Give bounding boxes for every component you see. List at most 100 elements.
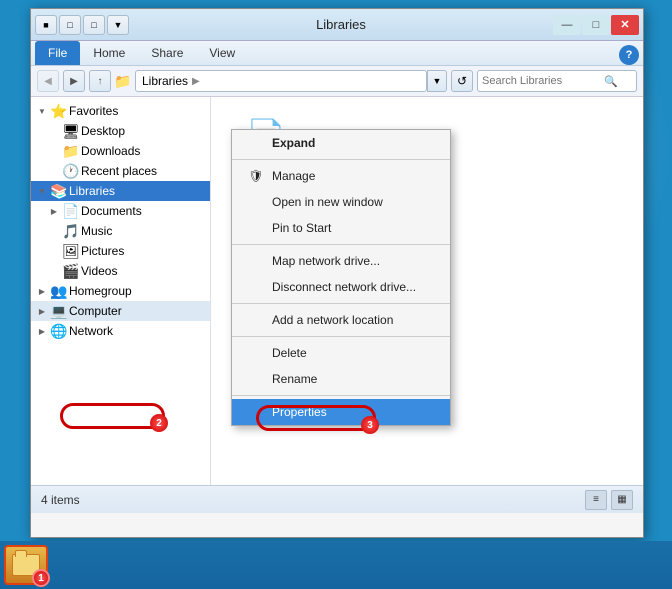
ctx-delete[interactable]: Delete [232,340,450,366]
ctx-manage-icon: 🛡 [248,168,264,184]
ribbon: File Home Share View ? [31,41,643,66]
forward-button[interactable]: ▶ [63,70,85,92]
favorites-label: Favorites [69,104,118,118]
sidebar-item-network[interactable]: ▶ 🌐 Network [31,321,210,341]
pictures-label: Pictures [81,244,124,258]
recent-label: Recent places [81,164,157,178]
sidebar-item-homegroup[interactable]: ▶ 👥 Homegroup [31,281,210,301]
context-menu: Expand 🛡 Manage Open in new window Pin t… [231,129,451,426]
sidebar-item-desktop[interactable]: 🖥 Desktop [31,121,210,141]
ctx-sep-1 [232,159,450,160]
computer-label: Computer [69,304,122,318]
close-button[interactable]: ✕ [611,15,639,35]
ctx-disconnect-drive[interactable]: Disconnect network drive... [232,274,450,300]
ctx-pin-icon [248,220,264,236]
ctx-sep-5 [232,395,450,396]
ctx-rename-label: Rename [272,372,317,386]
quick-access-btn-1[interactable]: ■ [35,15,57,35]
favorites-icon: ⭐ [51,103,67,119]
ctx-disconnect-label: Disconnect network drive... [272,280,416,294]
main-window: ■ □ □ ▼ Libraries — □ ✕ File Home Share … [30,8,644,538]
desktop-icon: 🖥 [63,123,79,139]
sidebar-item-videos[interactable]: 🎬 Videos [31,261,210,281]
computer-expander[interactable]: ▶ [35,304,49,318]
tab-file[interactable]: File [35,41,80,65]
ribbon-tabs: File Home Share View ? [31,41,643,65]
view-list-button[interactable]: ≡ [585,490,607,510]
ctx-open-icon [248,194,264,210]
videos-label: Videos [81,264,117,278]
ctx-pin-start[interactable]: Pin to Start [232,215,450,241]
tab-share[interactable]: Share [138,41,196,65]
docs-icon: 📄 [63,203,79,219]
libraries-label: Libraries [69,184,115,198]
music-label: Music [81,224,112,238]
homegroup-icon: 👥 [51,283,67,299]
maximize-button[interactable]: □ [582,15,610,35]
computer-icon: 💻 [51,303,67,319]
path-text: Libraries [142,74,188,88]
quick-access-btn-2[interactable]: □ [59,15,81,35]
sidebar: ▼ ⭐ Favorites 🖥 Desktop 📁 Downloads 🕐 Re… [31,97,211,485]
refresh-button[interactable]: ↺ [451,70,473,92]
libraries-expander[interactable]: ▼ [35,184,49,198]
libraries-icon: 📚 [51,183,67,199]
search-input[interactable] [482,75,602,87]
ctx-delete-icon [248,345,264,361]
sidebar-item-computer[interactable]: ▶ 💻 Computer [31,301,210,321]
search-box: 🔍 [477,70,637,92]
ctx-expand-icon [248,135,264,151]
window-title: Libraries [129,17,553,32]
desktop-expander [47,124,61,138]
pictures-icon: 🖼 [63,243,79,259]
tab-home[interactable]: Home [80,41,138,65]
quick-access-btn-3[interactable]: □ [83,15,105,35]
ctx-delete-label: Delete [272,346,307,360]
ctx-open-new-window[interactable]: Open in new window [232,189,450,215]
minimize-button[interactable]: — [553,15,581,35]
favorites-expander[interactable]: ▼ [35,104,49,118]
taskbar-file-explorer[interactable]: 1 [4,545,48,585]
sidebar-item-favorites[interactable]: ▼ ⭐ Favorites [31,101,210,121]
titlebar: ■ □ □ ▼ Libraries — □ ✕ [31,9,643,41]
sidebar-item-documents[interactable]: ▶ 📄 Documents [31,201,210,221]
address-path[interactable]: Libraries ▶ [135,70,427,92]
downloads-label: Downloads [81,144,140,158]
recent-expander [47,164,61,178]
ctx-expand-label: Expand [272,136,315,150]
homegroup-expander[interactable]: ▶ [35,284,49,298]
recent-icon: 🕐 [63,163,79,179]
ctx-add-network[interactable]: Add a network location [232,307,450,333]
view-grid-button[interactable]: ▦ [611,490,633,510]
ctx-pin-label: Pin to Start [272,221,331,235]
view-controls: ≡ ▦ [585,490,633,510]
sidebar-item-pictures[interactable]: 🖼 Pictures [31,241,210,261]
window-controls: — □ ✕ [553,15,639,35]
ctx-manage[interactable]: 🛡 Manage [232,163,450,189]
videos-icon: 🎬 [63,263,79,279]
up-button[interactable]: ↑ [89,70,111,92]
ctx-expand[interactable]: Expand [232,130,450,156]
ctx-properties-label: Properties [272,405,327,419]
quick-access-dropdown[interactable]: ▼ [107,15,129,35]
ctx-open-label: Open in new window [272,195,383,209]
ctx-map-icon [248,253,264,269]
sidebar-item-downloads[interactable]: 📁 Downloads [31,141,210,161]
search-icon[interactable]: 🔍 [604,75,618,88]
ctx-properties[interactable]: Properties [232,399,450,425]
sidebar-item-libraries[interactable]: ▼ 📚 Libraries [31,181,210,201]
downloads-expander [47,144,61,158]
help-button[interactable]: ? [619,45,639,65]
network-expander[interactable]: ▶ [35,324,49,338]
back-button[interactable]: ◀ [37,70,59,92]
ctx-map-label: Map network drive... [272,254,380,268]
tab-view[interactable]: View [196,41,248,65]
ctx-properties-icon [248,404,264,420]
docs-expander[interactable]: ▶ [47,204,61,218]
sidebar-item-music[interactable]: 🎵 Music [31,221,210,241]
ctx-rename[interactable]: Rename [232,366,450,392]
address-dropdown-btn[interactable]: ▼ [427,70,447,92]
ctx-map-drive[interactable]: Map network drive... [232,248,450,274]
network-icon: 🌐 [51,323,67,339]
sidebar-item-recent-places[interactable]: 🕐 Recent places [31,161,210,181]
